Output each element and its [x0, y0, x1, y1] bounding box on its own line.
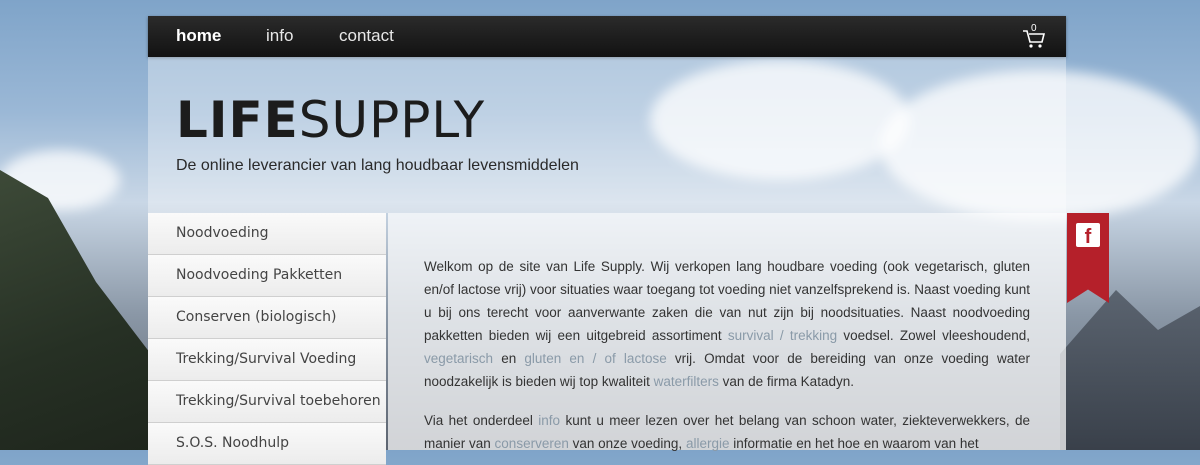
intro-paragraph: Welkom op de site van Life Supply. Wij v…: [424, 255, 1030, 393]
link-conserveren[interactable]: conserveren: [495, 436, 569, 451]
text: Via het onderdeel: [424, 413, 539, 428]
sidebar-item-noodvoeding[interactable]: Noodvoeding: [148, 213, 386, 255]
logo-light-text: SUPPLY: [298, 91, 486, 149]
sidebar-item-conserven[interactable]: Conserven (biologisch): [148, 297, 386, 339]
nav-home[interactable]: home: [176, 26, 221, 46]
sidebar-item-sos-noodhulp[interactable]: S.O.S. Noodhulp: [148, 423, 386, 465]
link-allergie[interactable]: allergie: [686, 436, 730, 451]
text: informatie en het hoe en waarom van het: [729, 436, 979, 451]
link-info[interactable]: info: [538, 413, 560, 428]
cart-count: 0: [1031, 23, 1037, 34]
facebook-icon: f: [1076, 223, 1100, 248]
main-content: Welkom op de site van Life Supply. Wij v…: [388, 213, 1066, 451]
sidebar-item-trekking-toebehoren[interactable]: Trekking/Survival toebehoren: [148, 381, 386, 423]
shopping-cart-button[interactable]: 0: [1022, 23, 1046, 49]
link-vegetarisch[interactable]: vegetarisch: [424, 351, 493, 366]
info-paragraph: Via het onderdeel info kunt u meer lezen…: [424, 409, 1030, 455]
page-wrapper: home info contact 0 LIFESUPPLY De online…: [148, 16, 1066, 465]
top-navbar: home info contact 0: [148, 16, 1066, 57]
text: van onze voeding,: [568, 436, 686, 451]
facebook-tab[interactable]: f: [1067, 213, 1109, 303]
text: en: [493, 351, 525, 366]
site-logo[interactable]: LIFESUPPLY: [176, 95, 485, 145]
logo-bold-text: LIFE: [176, 91, 299, 149]
sidebar-item-noodvoeding-pakketten[interactable]: Noodvoeding Pakketten: [148, 255, 386, 297]
sidebar-menu: Noodvoeding Noodvoeding Pakketten Conser…: [148, 213, 386, 465]
text: van de firma Katadyn.: [718, 374, 854, 389]
link-gluten-lactose[interactable]: gluten en / of lactose: [524, 351, 666, 366]
sidebar-item-trekking-voeding[interactable]: Trekking/Survival Voeding: [148, 339, 386, 381]
nav-info[interactable]: info: [266, 26, 293, 46]
mountain-right: [1060, 290, 1200, 450]
text: voedsel. Zowel vleeshoudend,: [837, 328, 1030, 343]
header: LIFESUPPLY De online leverancier van lan…: [148, 57, 1066, 213]
link-waterfilters[interactable]: waterfilters: [654, 374, 719, 389]
mountain-left: [0, 170, 160, 450]
tagline: De online leverancier van lang houdbaar …: [176, 157, 579, 174]
link-survival-trekking[interactable]: survival / trekking: [728, 328, 837, 343]
nav-contact[interactable]: contact: [339, 26, 394, 46]
